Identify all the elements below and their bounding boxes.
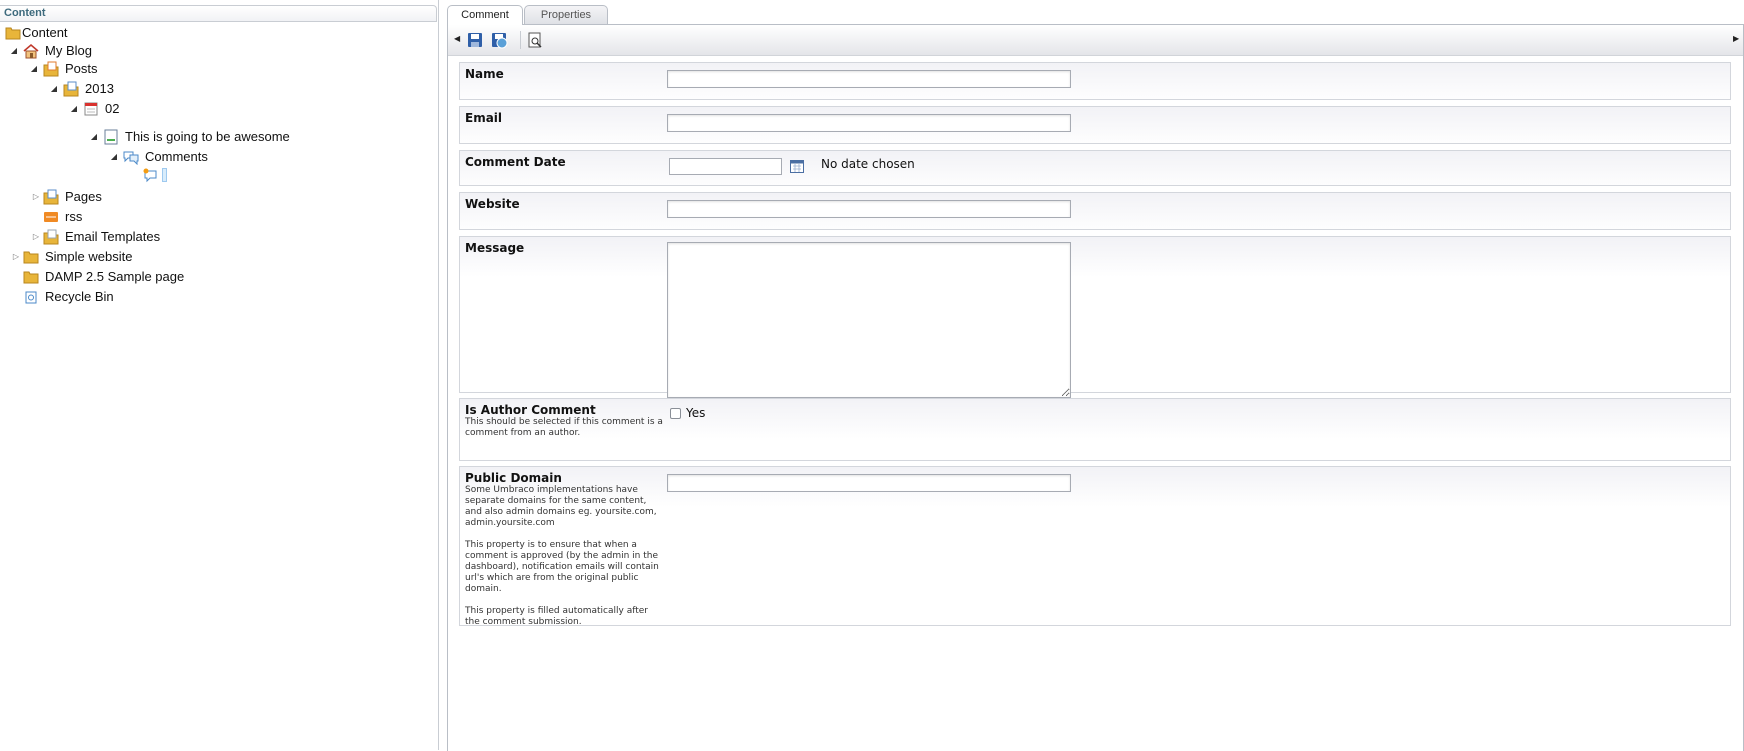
tree-node-label: My Blog xyxy=(45,43,92,58)
email-label: Email xyxy=(465,111,503,125)
property-name: Name xyxy=(459,62,1731,100)
recycle-bin-icon xyxy=(23,289,39,305)
tree-node-label: Posts xyxy=(65,61,98,76)
message-textarea[interactable] xyxy=(667,242,1071,398)
property-public-domain: Public Domain Some Umbraco implementatio… xyxy=(459,466,1731,627)
public-domain-input[interactable] xyxy=(667,474,1071,492)
save-publish-icon[interactable] xyxy=(490,31,508,49)
name-label: Name xyxy=(465,67,504,81)
tree-node-comments[interactable]: ◢ Comments xyxy=(0,147,250,167)
tree-node-label: Pages xyxy=(65,189,102,204)
property-website: Website xyxy=(459,192,1731,230)
comment-date-input[interactable] xyxy=(669,158,782,175)
tree-node-label: Recycle Bin xyxy=(45,289,114,304)
tree-header: Content xyxy=(0,5,437,22)
property-is-author-comment: Is Author Comment This should be selecte… xyxy=(459,398,1731,461)
comment-date-label: Comment Date xyxy=(465,155,566,169)
tree-node-label: rss xyxy=(65,209,83,224)
tree-node-label: 02 xyxy=(105,101,120,116)
collapsed-arrow-icon[interactable]: ▷ xyxy=(12,247,20,267)
tree-node-2013[interactable]: ◢ 2013 xyxy=(0,79,200,99)
document-icon xyxy=(103,129,119,145)
folder-icon xyxy=(5,25,21,41)
rss-icon xyxy=(43,209,59,225)
tree-node-simple-website[interactable]: ▷ Simple website xyxy=(0,247,200,267)
tree-node-content[interactable]: Content xyxy=(0,23,200,43)
property-email: Email xyxy=(459,106,1731,144)
tab-properties[interactable]: Properties xyxy=(524,5,608,24)
editor-toolbar: ◀ ▶ xyxy=(448,25,1743,56)
tree-node-post[interactable]: ◢ This is going to be awesome xyxy=(0,127,300,147)
comments-icon xyxy=(123,149,139,166)
tree-node-label: This is going to be awesome xyxy=(125,129,290,144)
tab-comment[interactable]: Comment xyxy=(447,5,523,25)
public-domain-label: Public Domain xyxy=(465,471,562,485)
is-author-checkbox-label[interactable]: Yes xyxy=(686,406,705,420)
message-label: Message xyxy=(465,241,525,255)
tree-node-label: Email Templates xyxy=(65,229,161,244)
expanded-arrow-icon[interactable]: ◢ xyxy=(110,147,118,167)
email-input[interactable] xyxy=(667,114,1071,132)
content-tree-panel: Content Content ◢ My Blog ◢ Posts ◢ 2013… xyxy=(0,0,439,750)
is-author-label: Is Author Comment xyxy=(465,403,596,417)
is-author-checkbox[interactable] xyxy=(670,408,681,419)
no-date-status: No date chosen xyxy=(821,157,915,171)
expanded-arrow-icon[interactable]: ◢ xyxy=(50,79,58,99)
preview-icon[interactable] xyxy=(526,31,544,49)
public-domain-description: Some Umbraco implementations have separa… xyxy=(465,485,659,627)
folder-icon xyxy=(23,269,39,285)
expanded-arrow-icon[interactable]: ◢ xyxy=(10,41,18,61)
tree-node-pages[interactable]: ▷ Pages xyxy=(0,187,200,207)
tree-node-email-templates[interactable]: ▷ Email Templates xyxy=(0,227,200,247)
expanded-arrow-icon[interactable]: ◢ xyxy=(30,59,38,79)
tree-node-posts[interactable]: ◢ Posts xyxy=(0,59,200,79)
toolbar-scroll-left-icon[interactable]: ◀ xyxy=(454,34,460,43)
tree-node-label xyxy=(162,168,167,182)
folder-doc-icon xyxy=(43,189,59,205)
website-input[interactable] xyxy=(667,200,1071,218)
editor-frame: ◀ ▶ Name Email Comment Date No date chos… xyxy=(447,24,1744,751)
folder-doc-icon xyxy=(63,81,79,97)
folder-doc-icon xyxy=(43,61,59,77)
save-icon[interactable] xyxy=(466,31,484,49)
tree-node-my-blog[interactable]: ◢ My Blog xyxy=(0,41,200,61)
editor-panel: Comment Properties ◀ ▶ Name Email Commen… xyxy=(447,5,1744,751)
calendar-icon xyxy=(83,101,99,117)
property-message: Message xyxy=(459,236,1731,398)
tree-node-label: Simple website xyxy=(45,249,133,264)
expanded-arrow-icon[interactable]: ◢ xyxy=(90,127,98,147)
website-label: Website xyxy=(465,197,520,211)
tree-node-rss[interactable]: rss xyxy=(0,207,200,227)
collapsed-arrow-icon[interactable]: ▷ xyxy=(32,227,40,247)
property-comment-date: Comment Date No date chosen xyxy=(459,150,1731,186)
name-input[interactable] xyxy=(667,70,1071,88)
is-author-description: This should be selected if this comment … xyxy=(465,417,663,438)
home-icon xyxy=(23,43,39,59)
toolbar-separator xyxy=(520,31,521,49)
calendar-picker-icon[interactable] xyxy=(790,159,804,173)
collapsed-arrow-icon[interactable]: ▷ xyxy=(32,187,40,207)
tree-node-label: Comments xyxy=(145,149,208,164)
tree-node-damp-sample[interactable]: DAMP 2.5 Sample page xyxy=(0,267,220,287)
tree-node-label: 2013 xyxy=(85,81,114,96)
tree-node-02[interactable]: ◢ 02 xyxy=(0,99,200,119)
tree-node-label: Content xyxy=(22,25,68,40)
folder-icon xyxy=(23,249,39,265)
expanded-arrow-icon[interactable]: ◢ xyxy=(70,99,78,119)
tree-node-comment[interactable] xyxy=(0,165,180,185)
tree-node-recycle-bin[interactable]: Recycle Bin xyxy=(0,287,200,307)
folder-doc-icon xyxy=(43,229,59,245)
tree-header-title: Content xyxy=(4,7,46,19)
toolbar-scroll-right-icon[interactable]: ▶ xyxy=(1733,34,1739,43)
tree-node-label: DAMP 2.5 Sample page xyxy=(45,269,185,284)
comment-new-icon xyxy=(143,167,159,183)
